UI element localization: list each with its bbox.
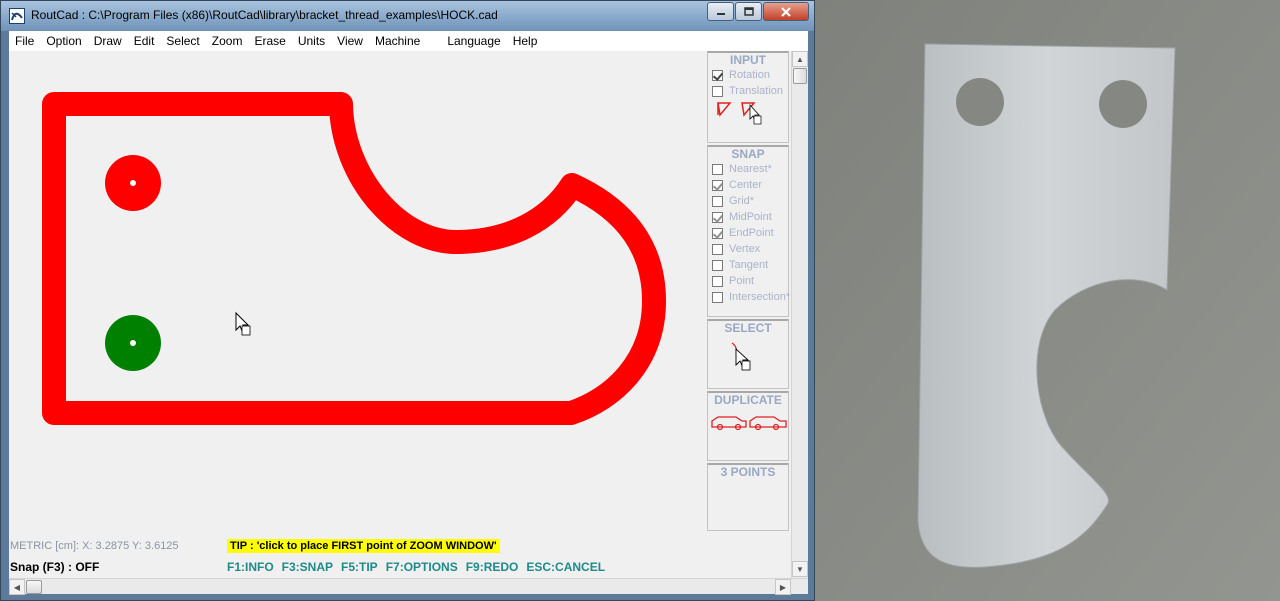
bracket-hole-left	[956, 78, 1004, 126]
snap-vertex-label: Vertex	[729, 243, 761, 255]
snap-intersection-label: Intersection*	[729, 291, 791, 303]
snap-tangent-checkbox[interactable]	[712, 259, 723, 271]
snap-midpoint-label: MidPoint	[729, 211, 772, 223]
hotkey-tip[interactable]: F5:TIP	[341, 560, 378, 574]
scroll-down-icon[interactable]: ▼	[792, 561, 808, 577]
title-bar[interactable]: RoutCad : C:\Program Files (x86)\RoutCad…	[1, 1, 814, 31]
menu-machine[interactable]: Machine	[369, 34, 426, 48]
duplicate-section[interactable]: DUPLICATE	[707, 391, 789, 461]
client-area: METRIC [cm]: X: 3.2875 Y: 3.6125 TIP : '…	[9, 51, 808, 595]
snap-point-checkbox[interactable]	[712, 275, 723, 287]
snap-intersection[interactable]: Intersection*	[708, 289, 791, 305]
snap-point-label: Point	[729, 275, 755, 287]
snap-section: SNAP Nearest* Center Grid* MidPoint EndP…	[707, 145, 791, 317]
input-icons	[708, 99, 788, 129]
snap-title: SNAP	[731, 147, 765, 161]
aluminium-bracket-photo	[815, 0, 1280, 601]
menu-file[interactable]: File	[9, 34, 40, 48]
drawing-canvas[interactable]	[9, 51, 705, 533]
select-section[interactable]: SELECT	[707, 319, 789, 389]
menu-edit[interactable]: Edit	[128, 34, 161, 48]
rotation-label: Rotation	[729, 69, 770, 81]
select-cursor-icon[interactable]	[708, 335, 790, 381]
menu-bar: File Option Draw Edit Select Zoom Erase …	[9, 31, 808, 51]
translation-checkbox[interactable]	[712, 85, 723, 97]
menu-language[interactable]: Language	[441, 34, 506, 48]
three-points-section[interactable]: 3 POINTS	[707, 463, 789, 531]
duplicate-cars-icon[interactable]	[708, 407, 790, 437]
vertical-scrollbar[interactable]: ▲ ▼	[791, 51, 808, 578]
window-controls	[706, 2, 809, 21]
routcad-logo-icon[interactable]	[9, 8, 25, 24]
minimize-icon[interactable]	[707, 2, 734, 21]
window-title: RoutCad : C:\Program Files (x86)\RoutCad…	[31, 8, 498, 22]
bracket-hole-right	[1099, 80, 1147, 128]
arrow-cursor-icon	[235, 311, 251, 336]
routcad-window: RoutCad : C:\Program Files (x86)\RoutCad…	[0, 0, 815, 601]
horizontal-scroll-thumb[interactable]	[26, 580, 42, 594]
select-title: SELECT	[724, 321, 772, 335]
snap-nearest-label: Nearest*	[729, 163, 772, 175]
snap-endpoint[interactable]: EndPoint	[708, 225, 788, 241]
screen: { "window": { "title": "RoutCad : C:\\Pr…	[0, 0, 1280, 601]
maximize-icon[interactable]	[735, 2, 762, 21]
input-section: INPUT Rotation Translation	[707, 51, 789, 143]
snap-status: Snap (F3) : OFF	[10, 560, 100, 574]
translation-option[interactable]: Translation	[708, 83, 788, 99]
snap-tangent[interactable]: Tangent	[708, 257, 788, 273]
rotation-checkbox[interactable]	[712, 69, 723, 81]
snap-center-checkbox[interactable]	[712, 179, 723, 191]
snap-center-label: Center	[729, 179, 763, 191]
snap-tangent-label: Tangent	[729, 259, 769, 271]
input-title: INPUT	[730, 53, 766, 67]
menu-select[interactable]: Select	[160, 34, 205, 48]
scroll-right-icon[interactable]: ▶	[775, 579, 791, 595]
rotate-shape-icon[interactable]	[717, 102, 732, 117]
close-icon[interactable]	[763, 2, 809, 21]
rotate-shape-cursor-icon[interactable]	[741, 102, 762, 125]
duplicate-title: DUPLICATE	[714, 393, 782, 407]
snap-grid-label: Grid*	[729, 195, 755, 207]
snap-midpoint-checkbox[interactable]	[712, 211, 723, 223]
hotkey-snap[interactable]: F3:SNAP	[282, 560, 333, 574]
scroll-left-icon[interactable]: ◀	[9, 579, 25, 595]
snap-midpoint[interactable]: MidPoint	[708, 209, 788, 225]
menu-help[interactable]: Help	[507, 34, 544, 48]
menu-erase[interactable]: Erase	[248, 34, 291, 48]
snap-vertex[interactable]: Vertex	[708, 241, 788, 257]
three-points-title: 3 POINTS	[720, 465, 776, 479]
menu-option[interactable]: Option	[40, 34, 87, 48]
hotkey-options[interactable]: F7:OPTIONS	[386, 560, 458, 574]
snap-endpoint-checkbox[interactable]	[712, 227, 723, 239]
hotkey-redo[interactable]: F9:REDO	[466, 560, 519, 574]
menu-draw[interactable]: Draw	[88, 34, 128, 48]
menu-zoom[interactable]: Zoom	[206, 34, 249, 48]
snap-grid[interactable]: Grid*	[708, 193, 788, 209]
snap-vertex-checkbox[interactable]	[712, 243, 723, 255]
snap-nearest-checkbox[interactable]	[712, 163, 723, 175]
menu-view[interactable]: View	[331, 34, 369, 48]
snap-endpoint-label: EndPoint	[729, 227, 774, 239]
snap-center[interactable]: Center	[708, 177, 788, 193]
coordinates-readout: METRIC [cm]: X: 3.2875 Y: 3.6125	[10, 540, 179, 552]
hotkey-info[interactable]: F1:INFO	[227, 560, 274, 574]
tool-panel: INPUT Rotation Translation SNAP Nearest*…	[705, 51, 791, 533]
translation-label: Translation	[729, 85, 784, 97]
scroll-up-icon[interactable]: ▲	[792, 51, 808, 67]
hotkey-cancel[interactable]: ESC:CANCEL	[526, 560, 605, 574]
horizontal-scrollbar[interactable]: ◀ ▶	[9, 578, 808, 595]
green-hole-center	[130, 340, 136, 346]
rotation-option[interactable]: Rotation	[708, 67, 788, 83]
red-hole-center	[130, 180, 136, 186]
vertical-scroll-thumb[interactable]	[793, 68, 807, 84]
tip-banner: TIP : 'click to place FIRST point of ZOO…	[227, 539, 500, 553]
snap-grid-checkbox[interactable]	[712, 195, 723, 207]
hotkey-bar: F1:INFO F3:SNAP F5:TIP F7:OPTIONS F9:RED…	[227, 560, 613, 574]
snap-intersection-checkbox[interactable]	[712, 291, 723, 303]
menu-units[interactable]: Units	[292, 34, 331, 48]
snap-point[interactable]: Point	[708, 273, 788, 289]
snap-nearest[interactable]: Nearest*	[708, 161, 788, 177]
